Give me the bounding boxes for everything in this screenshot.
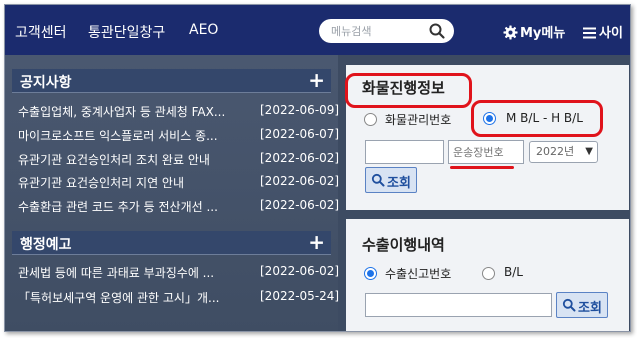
notice-date: [2022-06-02] (260, 151, 340, 165)
radio-mbl-hbl[interactable] (483, 112, 496, 125)
radio-cargo-no-label[interactable]: 화물관리번호 (385, 111, 451, 128)
legislation-item[interactable]: 「특허보세구역 운영에 관한 고시」개... [2022-05-24] (18, 287, 340, 307)
nav-link-aeo[interactable]: AEO (189, 22, 218, 38)
year-select-value: 2022년 (536, 145, 575, 158)
notice-item[interactable]: 유관기관 요건승인처리 지연 안내 [2022-06-02] (18, 172, 340, 192)
notice-item[interactable]: 수출입업체, 중계사업자 등 관세청 FAX... [2022-06-09] (18, 101, 340, 121)
legislation-item-title[interactable]: 관세법 등에 따른 과태료 부과징수에 ... (18, 264, 256, 281)
notices-more-button[interactable]: + (308, 68, 325, 92)
search-icon (371, 173, 385, 187)
export-history-title: 수출이행내역 (362, 236, 445, 254)
notice-title[interactable]: 수출입업체, 중계사업자 등 관세청 FAX... (18, 103, 256, 120)
radio-export-bl-label[interactable]: B/L (504, 265, 523, 279)
export-history-panel: 수출이행내역 수출신고번호 B/L 조회 (346, 219, 629, 331)
legislation-item-date: [2022-05-24] (260, 289, 340, 303)
notice-date: [2022-06-02] (260, 174, 340, 188)
top-nav: 고객센터 통관단일창구 AEO My메 (5, 5, 630, 55)
cargo-number-input[interactable] (365, 140, 444, 164)
notice-date: [2022-06-07] (260, 127, 340, 141)
highlight-waybill-underline (450, 166, 514, 169)
notices-header: 공지사항 + (12, 68, 331, 93)
waybill-number-input[interactable] (448, 140, 524, 164)
notice-title[interactable]: 마이크로소프트 익스플로러 서비스 종... (18, 127, 256, 144)
export-number-input[interactable] (365, 293, 552, 317)
chevron-down-icon: ▼ (585, 146, 593, 157)
notice-item[interactable]: 마이크로소프트 익스플로러 서비스 종... [2022-06-07] (18, 125, 340, 145)
search-icon[interactable] (428, 22, 446, 40)
notice-date: [2022-06-09] (260, 103, 340, 117)
gear-icon (503, 25, 518, 40)
notices-title[interactable]: 공지사항 (20, 72, 72, 92)
nav-link-customer-center[interactable]: 고객센터 (15, 22, 67, 42)
cargo-progress-panel: 화물진행정보 화물관리번호 M B/L - H B/L 2022년 ▼ 조회 (346, 65, 629, 210)
notice-item[interactable]: 유관기관 요건승인처리 조치 완료 안내 [2022-06-02] (18, 149, 340, 169)
mymenu-label: My메뉴 (520, 26, 566, 41)
export-query-button[interactable]: 조회 (556, 292, 608, 318)
cargo-progress-title: 화물진행정보 (362, 79, 445, 97)
menu-search (319, 19, 454, 43)
year-select[interactable]: 2022년 ▼ (529, 141, 598, 163)
radio-export-bl[interactable] (482, 267, 495, 280)
export-query-label: 조회 (578, 301, 602, 316)
legislation-header: 행정예고 + (12, 230, 331, 255)
notice-title[interactable]: 유관기관 요건승인처리 조치 완료 안내 (18, 151, 256, 168)
radio-export-decl-no[interactable] (364, 267, 377, 280)
radio-export-decl-no-label[interactable]: 수출신고번호 (385, 265, 451, 282)
legislation-item-date: [2022-06-02] (260, 264, 340, 278)
legislation-item-title[interactable]: 「특허보세구역 운영에 관한 고시」개... (18, 289, 256, 306)
page-frame: 고객센터 통관단일창구 AEO My메 (4, 4, 631, 332)
legislation-title[interactable]: 행정예고 (20, 234, 72, 254)
radio-cargo-no[interactable] (364, 113, 377, 126)
notice-title[interactable]: 유관기관 요건승인처리 지연 안내 (18, 174, 256, 191)
legislation-item[interactable]: 관세법 등에 따른 과태료 부과징수에 ... [2022-06-02] (18, 262, 340, 282)
notice-item[interactable]: 수출환급 관련 코드 추가 등 전산개선 ... [2022-06-02] (18, 196, 340, 216)
mymenu-button[interactable]: My메뉴 (503, 22, 565, 41)
hamburger-icon (583, 27, 596, 39)
menu-search-input[interactable] (331, 22, 426, 40)
legislation-more-button[interactable]: + (308, 230, 325, 254)
search-icon (562, 298, 576, 312)
nav-link-single-window[interactable]: 통관단일창구 (88, 22, 165, 42)
cargo-query-button[interactable]: 조회 (365, 167, 417, 193)
cargo-query-label: 조회 (387, 176, 411, 191)
sitemap-button[interactable]: 사이 (583, 22, 623, 41)
notice-date: [2022-06-02] (260, 198, 340, 212)
sitemap-label: 사이 (599, 26, 623, 41)
notice-title[interactable]: 수출환급 관련 코드 추가 등 전산개선 ... (18, 198, 256, 215)
radio-mbl-hbl-label[interactable]: M B/L - H B/L (506, 111, 583, 125)
